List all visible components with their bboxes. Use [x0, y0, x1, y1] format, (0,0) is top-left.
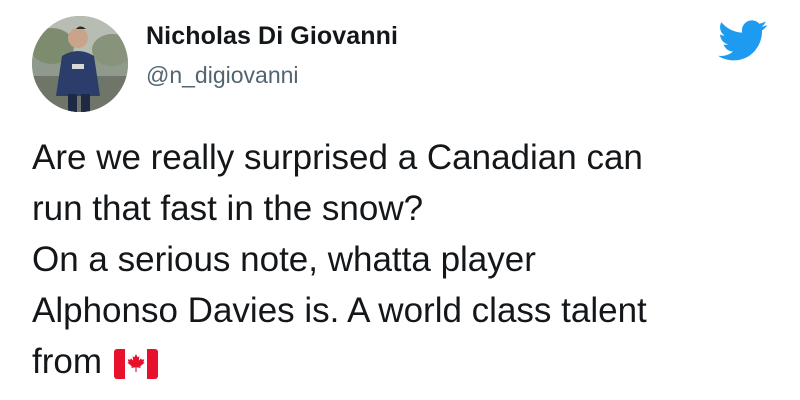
tweet-text: Are we really surprised a Canadian can r… [32, 132, 782, 387]
canada-flag-icon [114, 349, 158, 379]
author-name[interactable]: Nicholas Di Giovanni [146, 22, 398, 51]
tweet-card: Nicholas Di Giovanni @n_digiovanni Are w… [0, 0, 800, 400]
tweet-line-4: Alphonso Davies is. A world class talent [32, 291, 647, 330]
avatar-photo [32, 16, 128, 112]
twitter-bird-icon[interactable] [718, 20, 768, 62]
tweet-line-3: On a serious note, whatta player [32, 240, 536, 279]
tweet-line-1: Are we really surprised a Canadian can [32, 138, 643, 177]
author-handle[interactable]: @n_digiovanni [146, 62, 299, 89]
tweet-line-5: from [32, 342, 102, 381]
tweet-line-5-wrapper: from [32, 336, 782, 387]
tweet-line-2: run that fast in the snow? [32, 189, 424, 228]
avatar[interactable] [32, 16, 128, 112]
